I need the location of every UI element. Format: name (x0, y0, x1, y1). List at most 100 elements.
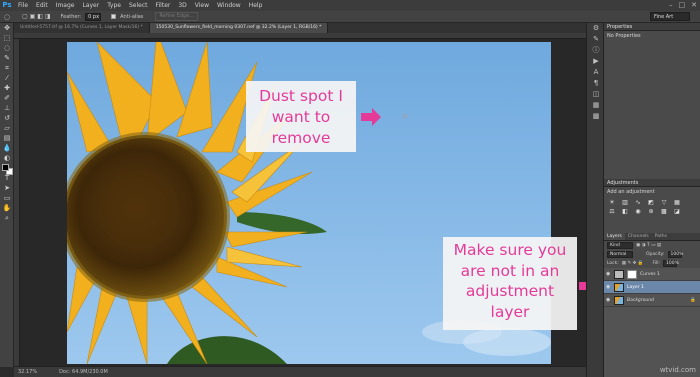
hand-tool-icon[interactable]: ✋ (0, 203, 14, 213)
layer-callout-line-2: are not in an (460, 261, 560, 280)
menu-file[interactable]: File (14, 0, 32, 11)
lasso-tool-icon[interactable]: ◌ (0, 43, 14, 53)
adjustments-panel-title[interactable]: Adjustments (604, 179, 700, 187)
healing-brush-tool-icon[interactable]: ✚ (0, 83, 14, 93)
styles-icon[interactable]: ▦ (587, 100, 605, 111)
maximize-button[interactable]: □ (679, 1, 686, 9)
history-icon[interactable]: ⚙ (587, 23, 605, 34)
lasso-tool-preset-icon[interactable]: ◌ (4, 13, 10, 21)
channel-mixer-icon[interactable]: ⊛ (646, 208, 656, 215)
dust-callout-line-3: remove (271, 129, 331, 147)
visibility-eye-icon[interactable]: ◉ (606, 297, 611, 303)
marquee-tool-icon[interactable]: ⬚ (0, 33, 14, 43)
crop-tool-icon[interactable]: ⌗ (0, 63, 14, 73)
lock-icon: 🔒 (690, 297, 696, 303)
layer-mask-thumbnail[interactable] (627, 269, 637, 279)
paragraph-icon[interactable]: ¶ (587, 78, 605, 89)
brightness-icon[interactable]: ☀ (607, 199, 617, 206)
layer-callout-line-3: adjustment (465, 282, 555, 300)
tab-document-1[interactable]: Untitled-5757.tif @ 16.7% (Curves 1, Lay… (14, 23, 150, 33)
color-balance-icon[interactable]: ⚖ (607, 208, 617, 215)
menu-type[interactable]: Type (103, 0, 125, 11)
layer-row-background[interactable]: ◉ Background 🔒 (604, 294, 700, 307)
menu-filter[interactable]: Filter (152, 0, 175, 11)
move-tool-icon[interactable]: ✥ (0, 23, 14, 33)
opacity-input[interactable]: 100% (667, 251, 683, 258)
tab-layers[interactable]: Layers (604, 233, 625, 240)
exposure-icon[interactable]: ◩ (646, 199, 656, 206)
eyedropper-tool-icon[interactable]: ⁄ (0, 73, 14, 83)
menu-image[interactable]: Image (52, 0, 79, 11)
layer-row-curves[interactable]: ◉ Curves 1 (604, 268, 700, 281)
tab-paths[interactable]: Paths (652, 233, 670, 240)
photo-filter-icon[interactable]: ◉ (633, 208, 643, 215)
actions-icon[interactable]: ▶ (587, 56, 605, 67)
menu-edit[interactable]: Edit (32, 0, 52, 11)
close-button[interactable]: ✕ (691, 1, 697, 9)
hue-sat-icon[interactable]: ▦ (672, 199, 682, 206)
blur-tool-icon[interactable]: 💧 (0, 143, 14, 153)
adjustment-thumbnail (614, 269, 624, 279)
ruler-horizontal (14, 33, 586, 39)
tab-channels[interactable]: Channels (625, 233, 652, 240)
feather-label: Feather: (60, 13, 82, 20)
black-white-icon[interactable]: ◧ (620, 208, 630, 215)
zoom-tool-icon[interactable]: ⌕ (0, 213, 14, 223)
workspace-select[interactable]: Fine Art (650, 12, 690, 21)
fill-label: Fill: (652, 261, 660, 266)
properties-panel-title[interactable]: Properties (604, 23, 700, 31)
menu-3d[interactable]: 3D (174, 0, 190, 11)
layer-row-layer1[interactable]: ◉ Layer 1 (604, 281, 700, 294)
dust-spot-callout: Dust spot I want to remove (246, 81, 356, 152)
eraser-tool-icon[interactable]: ▱ (0, 123, 14, 133)
brush-tool-icon[interactable]: ✐ (0, 93, 14, 103)
swatches-icon[interactable]: ▩ (587, 111, 605, 122)
lock-icons[interactable]: ▦ ✎ ✥ 🔒 (622, 261, 644, 266)
dodge-tool-icon[interactable]: ◐ (0, 153, 14, 163)
options-bar: ◌ ▢ ▣ ◧ ◨ Feather: 0 px Anti-alias Refin… (0, 11, 700, 23)
panel-icon-dock: ⚙ ✎ ⓘ ▶ A ¶ ◫ ▦ ▩ (586, 23, 604, 377)
shape-tool-icon[interactable]: ▭ (0, 193, 14, 203)
brush-presets-icon[interactable]: ✎ (587, 34, 605, 45)
menu-help[interactable]: Help (245, 0, 267, 11)
tab-document-2[interactable]: 150530_Sunflowers_field_morning 0307.nef… (149, 23, 329, 33)
menu-view[interactable]: View (191, 0, 213, 11)
zoom-level[interactable]: 32.17% (18, 369, 37, 375)
selection-mode-icons[interactable]: ▢ ▣ ◧ ◨ (22, 13, 50, 20)
levels-icon[interactable]: ▥ (620, 199, 630, 206)
gradient-tool-icon[interactable]: ▤ (0, 133, 14, 143)
kind-filter-select[interactable]: Kind (607, 242, 633, 249)
menu-bar: Ps File Edit Image Layer Type Select Fil… (0, 0, 700, 11)
visibility-eye-icon[interactable]: ◉ (606, 284, 611, 290)
fill-input[interactable]: 100% (663, 260, 679, 267)
feather-input[interactable]: 0 px (85, 12, 102, 21)
refine-edge-button[interactable]: Refine Edge... (155, 12, 199, 21)
navigator-icon[interactable]: ◫ (587, 89, 605, 100)
minimize-button[interactable]: – (669, 1, 673, 9)
layer-callout-line-1: Make sure you (453, 241, 567, 259)
menu-window[interactable]: Window (213, 0, 245, 11)
invert-icon[interactable]: ◪ (672, 208, 682, 215)
clone-stamp-tool-icon[interactable]: ⊥ (0, 103, 14, 113)
filter-icons[interactable]: ▣ ◑ T ▭ ▤ (636, 243, 661, 248)
menu-select[interactable]: Select (125, 0, 152, 11)
info-icon[interactable]: ⓘ (587, 45, 605, 56)
character-icon[interactable]: A (587, 67, 605, 78)
foreground-color-swatch[interactable] (2, 164, 9, 171)
color-lookup-icon[interactable]: ▩ (659, 208, 669, 215)
adjustments-hint: Add an adjustment (607, 189, 655, 195)
antialias-label: Anti-alias (120, 13, 144, 20)
blend-row: Normal Opacity: 100% (604, 250, 700, 259)
layer-name: Background (627, 297, 654, 303)
curves-icon[interactable]: ∿ (633, 199, 643, 206)
visibility-eye-icon[interactable]: ◉ (606, 271, 611, 277)
history-brush-tool-icon[interactable]: ↺ (0, 113, 14, 123)
antialias-checkbox[interactable] (111, 14, 117, 19)
vibrance-icon[interactable]: ▽ (659, 199, 669, 206)
dust-callout-line-1: Dust spot I (259, 87, 343, 105)
path-select-tool-icon[interactable]: ➤ (0, 183, 14, 193)
blend-mode-select[interactable]: Normal (607, 251, 633, 258)
menu-layer[interactable]: Layer (78, 0, 103, 11)
adjustments-panel: Add an adjustment ☀ ▥ ∿ ◩ ▽ ▦ ⚖ ◧ ◉ ⊛ ▩ … (604, 187, 700, 233)
quick-select-tool-icon[interactable]: ✎ (0, 53, 14, 63)
